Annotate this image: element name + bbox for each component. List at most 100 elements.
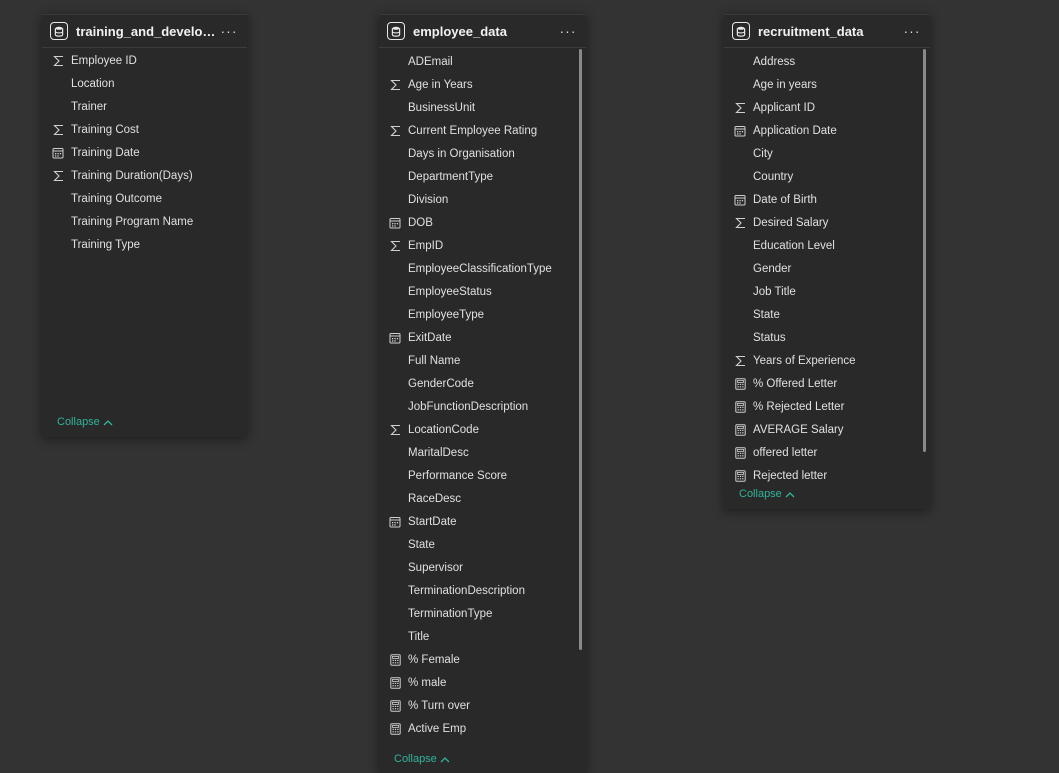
field-label: Training Cost	[71, 123, 139, 136]
sigma-icon	[734, 355, 746, 367]
field-row[interactable]: Training Outcome	[42, 187, 247, 210]
field-row[interactable]: ExitDate	[379, 326, 586, 349]
field-row[interactable]: Education Level	[724, 234, 930, 257]
database-icon	[387, 22, 405, 40]
field-row[interactable]: Location	[42, 72, 247, 95]
field-row[interactable]: AVERAGE Salary	[724, 418, 930, 441]
field-row[interactable]: Status	[724, 326, 930, 349]
field-row[interactable]: TerminationDescription	[379, 579, 586, 602]
field-label: Division	[408, 193, 449, 206]
field-row[interactable]: Full Name	[379, 349, 586, 372]
sigma-icon	[389, 125, 401, 137]
field-row[interactable]: Training Date	[42, 141, 247, 164]
field-row[interactable]: Country	[724, 165, 930, 188]
field-row[interactable]: Age in years	[724, 73, 930, 96]
collapse-button[interactable]: Collapse	[394, 753, 450, 765]
table-card-employee[interactable]: employee_data ··· ADEmail Age in Years Bus…	[379, 14, 586, 773]
calculator-icon	[734, 446, 746, 459]
field-row[interactable]: EmployeeStatus	[379, 280, 586, 303]
field-row[interactable]: Training Program Name	[42, 210, 247, 233]
table-card-header[interactable]: recruitment_data ···	[724, 15, 930, 48]
field-row[interactable]: DepartmentType	[379, 165, 586, 188]
field-row[interactable]: offered letter	[724, 441, 930, 464]
field-row[interactable]: ADEmail	[379, 50, 586, 73]
collapse-button[interactable]: Collapse	[739, 488, 795, 500]
field-row[interactable]: Days in Organisation	[379, 142, 586, 165]
field-row[interactable]: Training Type	[42, 233, 247, 256]
more-options-button[interactable]: ···	[902, 24, 922, 38]
field-row[interactable]: Gender	[724, 257, 930, 280]
field-row[interactable]: EmpID	[379, 234, 586, 257]
field-row[interactable]: % Turn over	[379, 694, 586, 717]
field-row[interactable]: Current Employee Rating	[379, 119, 586, 142]
field-row[interactable]: JobFunctionDescription	[379, 395, 586, 418]
field-label: EmployeeStatus	[408, 285, 492, 298]
field-row[interactable]: EmployeeClassificationType	[379, 257, 586, 280]
database-icon	[50, 22, 68, 40]
calendar-icon	[389, 217, 401, 229]
field-label: ADEmail	[408, 55, 453, 68]
field-row[interactable]: RaceDesc	[379, 487, 586, 510]
field-row[interactable]: Job Title	[724, 280, 930, 303]
field-row[interactable]: TerminationType	[379, 602, 586, 625]
no-icon	[734, 79, 746, 91]
field-row[interactable]: Application Date	[724, 119, 930, 142]
field-row[interactable]: Supervisor	[379, 556, 586, 579]
no-icon	[389, 102, 401, 114]
collapse-button[interactable]: Collapse	[57, 416, 113, 428]
no-icon	[389, 447, 401, 459]
table-title: training_and_developm...	[76, 23, 219, 39]
table-card-training[interactable]: training_and_developm... ··· Employee ID…	[42, 14, 247, 437]
field-row[interactable]: Rejected letter	[724, 464, 930, 487]
field-row[interactable]: Employee ID	[42, 49, 247, 72]
field-row[interactable]: LocationCode	[379, 418, 586, 441]
field-row[interactable]: Date of Birth	[724, 188, 930, 211]
field-row[interactable]: % Rejected Letter	[724, 395, 930, 418]
field-row[interactable]: Years of Experience	[724, 349, 930, 372]
field-row[interactable]: Title	[379, 625, 586, 648]
field-label: % Turn over	[408, 699, 470, 712]
no-icon	[734, 240, 746, 252]
field-row[interactable]: Address	[724, 50, 930, 73]
field-row[interactable]: Desired Salary	[724, 211, 930, 234]
scrollbar[interactable]	[579, 49, 582, 650]
field-row[interactable]: Trainer	[42, 95, 247, 118]
sigma-icon	[52, 124, 64, 136]
field-label: Employee ID	[71, 54, 137, 67]
field-row[interactable]: Active Emp	[379, 717, 586, 740]
field-row[interactable]: % Female	[379, 648, 586, 671]
field-label: Education Level	[753, 239, 835, 252]
sigma-icon	[734, 217, 746, 229]
field-row[interactable]: % male	[379, 671, 586, 694]
field-row[interactable]: StartDate	[379, 510, 586, 533]
field-row[interactable]: GenderCode	[379, 372, 586, 395]
field-row[interactable]: State	[724, 303, 930, 326]
field-row[interactable]: MaritalDesc	[379, 441, 586, 464]
field-row[interactable]: DOB	[379, 211, 586, 234]
table-card-header[interactable]: training_and_developm... ···	[42, 15, 247, 48]
field-row[interactable]: State	[379, 533, 586, 556]
more-options-button[interactable]: ···	[219, 24, 239, 38]
more-options-button[interactable]: ···	[558, 24, 578, 38]
table-card-recruitment[interactable]: recruitment_data ··· Address Age in years…	[724, 14, 930, 509]
field-row[interactable]: Age in Years	[379, 73, 586, 96]
field-label: JobFunctionDescription	[408, 400, 529, 413]
field-label: Age in Years	[408, 78, 473, 91]
scrollbar[interactable]	[923, 49, 926, 452]
field-label: RaceDesc	[408, 492, 462, 505]
field-row[interactable]: City	[724, 142, 930, 165]
no-icon	[734, 286, 746, 298]
field-row[interactable]: EmployeeType	[379, 303, 586, 326]
field-list: ADEmail Age in Years BusinessUnit Current E…	[379, 50, 586, 745]
field-label: % Offered Letter	[753, 377, 838, 390]
field-row[interactable]: Training Duration(Days)	[42, 164, 247, 187]
field-row[interactable]: % Offered Letter	[724, 372, 930, 395]
table-card-header[interactable]: employee_data ···	[379, 15, 586, 48]
field-row[interactable]: Division	[379, 188, 586, 211]
field-row[interactable]: BusinessUnit	[379, 96, 586, 119]
field-row[interactable]: Performance Score	[379, 464, 586, 487]
field-row[interactable]: Applicant ID	[724, 96, 930, 119]
no-icon	[389, 263, 401, 275]
field-label: Date of Birth	[753, 193, 817, 206]
field-row[interactable]: Training Cost	[42, 118, 247, 141]
